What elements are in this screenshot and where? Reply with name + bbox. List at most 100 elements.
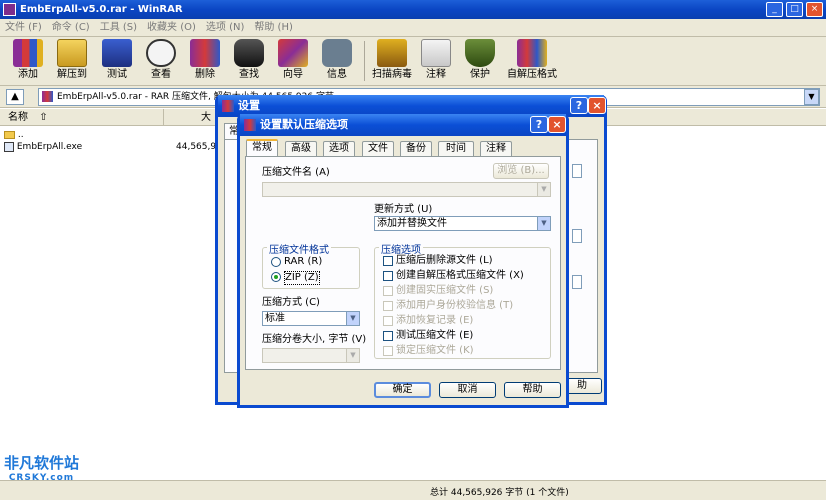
toolbar-sfx-button[interactable]: 自解压格式 xyxy=(506,38,558,81)
close-icon[interactable]: × xyxy=(588,97,606,114)
toolbar-view-button[interactable]: 查看 xyxy=(139,38,183,81)
menu-help[interactable]: 帮助 (H) xyxy=(249,19,298,37)
menu-tools[interactable]: 工具 (S) xyxy=(95,19,142,37)
toolbar-virus-scan-button[interactable]: 扫描病毒 xyxy=(368,38,416,81)
help-button[interactable]: 帮助 xyxy=(504,382,561,398)
watermark-sub: CRSKY.com xyxy=(8,473,75,483)
compression-method-select[interactable]: 标准 ▼ xyxy=(262,311,360,326)
settings-field-right-2[interactable] xyxy=(572,229,582,243)
close-icon[interactable]: × xyxy=(548,116,566,133)
tab-files[interactable]: 文件 xyxy=(362,141,394,156)
app-icon xyxy=(3,3,16,16)
compression-options-title: 压缩选项 xyxy=(379,241,423,256)
tab-backup[interactable]: 备份 xyxy=(400,141,432,156)
compression-dialog-icon xyxy=(244,119,256,131)
minimize-icon[interactable]: _ xyxy=(766,2,783,17)
comment-icon xyxy=(421,39,451,67)
toolbar-extract-button[interactable]: 解压到 xyxy=(50,38,94,81)
watermark-logo: 非凡软件站 CRSKY.com xyxy=(4,452,79,483)
toolbar-delete-button[interactable]: 删除 xyxy=(183,38,227,81)
menu-file[interactable]: 文件 (F) xyxy=(0,19,47,37)
ok-button[interactable]: 确定 xyxy=(374,382,431,398)
split-size-label: 压缩分卷大小, 字节 (V) xyxy=(262,334,367,345)
view-icon xyxy=(146,39,176,67)
option-label: 创建自解压格式压缩文件 (X) xyxy=(396,270,524,281)
menu-commands[interactable]: 命令 (C) xyxy=(47,19,95,37)
toolbar-add-button[interactable]: 添加 xyxy=(6,38,50,81)
chevron-down-icon: ▼ xyxy=(346,349,359,362)
folder-up-icon xyxy=(4,130,15,139)
cancel-button[interactable]: 取消 xyxy=(439,382,496,398)
menu-options[interactable]: 选项 (N) xyxy=(201,19,249,37)
list-item[interactable]: EmbErpAll.exe xyxy=(4,141,82,153)
toolbar-comment-button[interactable]: 注释 xyxy=(414,38,458,81)
extract-to-icon xyxy=(57,39,87,67)
compression-method-label: 压缩方式 (C) xyxy=(262,297,320,308)
add-archive-icon xyxy=(13,39,43,67)
option-label: 压缩后删除源文件 (L) xyxy=(396,255,493,266)
chevron-down-icon: ▼ xyxy=(537,217,550,230)
settings-field-right-3[interactable] xyxy=(572,275,582,289)
option-label: 锁定压缩文件 (K) xyxy=(396,345,474,356)
chevron-down-icon: ▼ xyxy=(808,92,815,101)
info-icon xyxy=(322,39,352,67)
option-label: 添加恢复记录 (E) xyxy=(396,315,474,326)
tab-time[interactable]: 时间 xyxy=(438,141,474,156)
split-size-combo: ▼ xyxy=(262,348,360,363)
up-folder-button[interactable]: ▲ xyxy=(6,89,24,105)
delete-after-checkbox[interactable] xyxy=(383,256,393,266)
virus-scan-icon xyxy=(377,39,407,67)
menu-favorites[interactable]: 收藏夹 (O) xyxy=(142,19,201,37)
window-title-bar[interactable]: EmbErpAll-v5.0.rar - WinRAR xyxy=(0,0,826,19)
archive-format-title: 压缩文件格式 xyxy=(267,241,331,256)
option-label: 创建固实压缩文件 (S) xyxy=(396,285,494,296)
test-icon xyxy=(102,39,132,67)
toolbar-find-button[interactable]: 查找 xyxy=(227,38,271,81)
format-rar-radio[interactable] xyxy=(271,257,281,267)
exe-file-icon xyxy=(4,141,14,152)
delete-icon xyxy=(190,39,220,67)
list-item-size: 44,565,9 xyxy=(176,142,217,152)
help-icon[interactable]: ? xyxy=(530,116,548,133)
list-item[interactable]: .. xyxy=(4,129,24,141)
toolbar-info-button[interactable]: 信息 xyxy=(315,38,359,81)
watermark-text: 非凡软件站 xyxy=(4,454,80,472)
window-title: EmbErpAll-v5.0.rar - WinRAR xyxy=(20,4,183,15)
toolbar-wizard-button[interactable]: 向导 xyxy=(271,38,315,81)
toolbar: 添加 解压到 测试 查看 删除 查找 向导 信息 扫描病毒 注释 保护 自解压格… xyxy=(0,37,826,86)
chevron-down-icon: ▼ xyxy=(346,312,359,325)
create-sfx-checkbox[interactable] xyxy=(383,271,393,281)
settings-dialog-icon xyxy=(222,100,234,112)
browse-button: 浏览 (B)... xyxy=(493,163,549,179)
option-label: 测试压缩文件 (E) xyxy=(396,330,474,341)
archive-name-label: 压缩文件名 (A) xyxy=(262,167,330,178)
toolbar-test-button[interactable]: 测试 xyxy=(95,38,139,81)
tab-options[interactable]: 选项 xyxy=(323,141,355,156)
update-mode-label: 更新方式 (U) xyxy=(374,204,433,215)
compression-dialog-title-bar[interactable]: 设置默认压缩选项 xyxy=(240,114,566,136)
format-zip-radio[interactable] xyxy=(271,272,281,282)
toolbar-protect-button[interactable]: 保护 xyxy=(458,38,502,81)
lock-archive-checkbox xyxy=(383,346,393,356)
column-name[interactable]: 名称 ⇧ xyxy=(0,109,164,126)
up-arrow-icon: ▲ xyxy=(11,91,19,102)
tab-general[interactable]: 常规 xyxy=(246,139,278,157)
settings-field-right-1[interactable] xyxy=(572,164,582,178)
find-icon xyxy=(234,39,264,67)
tab-comment[interactable]: 注释 xyxy=(480,141,512,156)
maximize-icon[interactable]: □ xyxy=(786,2,803,17)
test-archive-checkbox[interactable] xyxy=(383,331,393,341)
help-icon[interactable]: ? xyxy=(570,97,588,114)
option-label: 添加用户身份校验信息 (T) xyxy=(396,300,514,311)
toolbar-separator xyxy=(364,41,365,81)
column-size[interactable]: 大 xyxy=(164,109,216,126)
archive-name-combo: ▼ xyxy=(262,182,551,197)
solid-archive-checkbox xyxy=(383,286,393,296)
update-mode-select[interactable]: 添加并替换文件 ▼ xyxy=(374,216,551,231)
close-icon[interactable]: × xyxy=(806,2,823,17)
recovery-record-checkbox xyxy=(383,316,393,326)
path-dropdown-button[interactable]: ▼ xyxy=(804,89,819,105)
format-zip-label: ZIP (Z) xyxy=(284,271,320,285)
wizard-icon xyxy=(278,39,308,67)
tab-advanced[interactable]: 高级 xyxy=(285,141,317,156)
